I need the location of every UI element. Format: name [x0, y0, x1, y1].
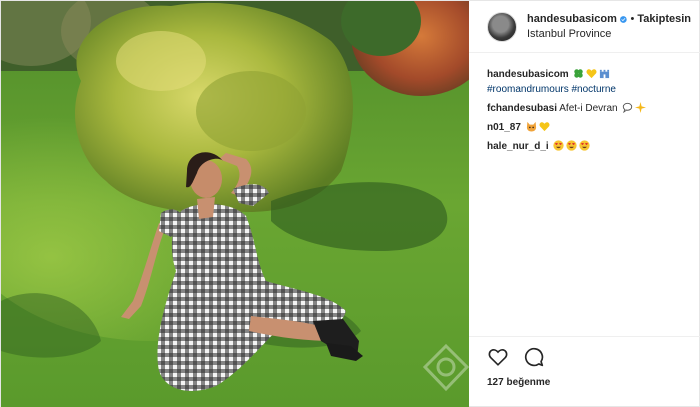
hashtag-link[interactable]: #roomandrumours	[487, 84, 569, 95]
header-user-line: handesubasicom • Takiptesin	[527, 12, 691, 27]
caption-username[interactable]: handesubasicom	[487, 69, 569, 80]
header-text: handesubasicom • Takiptesin Istanbul Pro…	[527, 12, 691, 42]
cat-face-icon	[526, 121, 536, 132]
post-actions: 127 beğenme	[469, 336, 700, 407]
heart-icon	[488, 349, 508, 366]
verified-badge-icon	[619, 15, 627, 23]
post-image	[1, 1, 469, 407]
speech-bubble-icon	[623, 102, 633, 113]
likes-count[interactable]: 127 beğenme	[487, 377, 691, 388]
username-link[interactable]: handesubasicom	[527, 12, 617, 27]
comment-username[interactable]: n01_87	[487, 122, 521, 133]
comment-username[interactable]: hale_nur_d_i	[487, 141, 549, 152]
action-icons	[487, 345, 691, 369]
follow-separator: •	[630, 12, 635, 25]
sparkle-icon	[635, 102, 647, 113]
instagram-post: handesubasicom • Takiptesin Istanbul Pro…	[0, 0, 700, 407]
avatar[interactable]	[487, 11, 517, 42]
location-link[interactable]: Istanbul Province	[527, 27, 691, 42]
comment: n01_87	[487, 120, 691, 135]
comment-text: Afet-i Devran	[559, 103, 618, 114]
caption: handesubasicom #roomandrumours #nocturne	[487, 67, 691, 97]
comment: hale_nur_d_i	[487, 139, 691, 154]
heart-eyes-icon	[579, 140, 591, 151]
yellow-heart-icon	[539, 122, 550, 132]
post-sidebar: handesubasicom • Takiptesin Istanbul Pro…	[469, 1, 700, 407]
post-photo[interactable]	[1, 1, 469, 407]
yellow-heart-icon	[586, 69, 597, 79]
comments-list: handesubasicom #roomandrumours #nocturne…	[469, 53, 700, 336]
comment-username[interactable]: fchandesubasi	[487, 103, 557, 114]
comment-button[interactable]	[523, 346, 545, 368]
like-button[interactable]	[487, 346, 509, 368]
heart-eyes-icon	[566, 140, 578, 151]
four-leaf-clover-icon	[574, 69, 584, 78]
hashtag-link[interactable]: #nocturne	[572, 84, 616, 95]
post-header: handesubasicom • Takiptesin Istanbul Pro…	[469, 1, 700, 53]
heart-eyes-icon	[553, 140, 565, 151]
comment: fchandesubasi Afet-i Devran	[487, 101, 691, 116]
comment-icon	[524, 347, 544, 367]
castle-icon	[600, 69, 610, 79]
following-button[interactable]: Takiptesin	[637, 12, 691, 27]
